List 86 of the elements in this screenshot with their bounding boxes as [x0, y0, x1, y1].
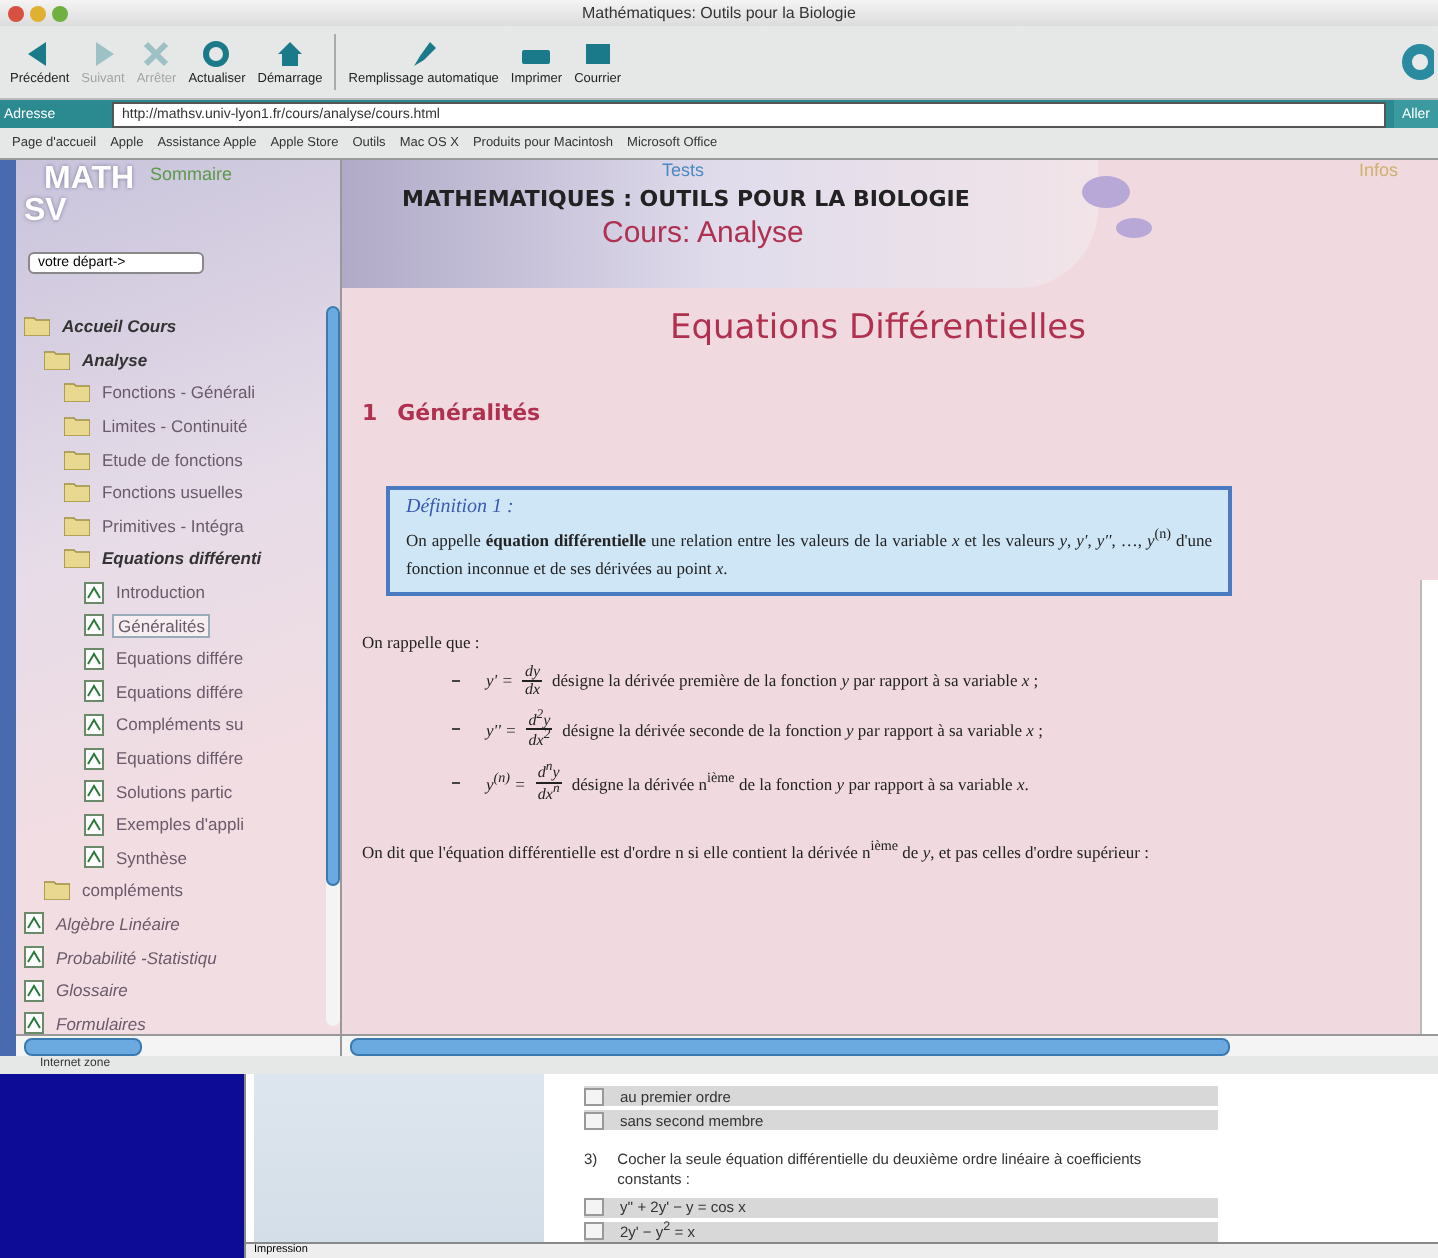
document-icon	[84, 647, 104, 670]
document-icon	[84, 846, 104, 869]
formula-description: désigne la dérivée seconde de la fonction y par rapport à sa variable x ;	[562, 719, 1043, 740]
window-title: Mathématiques: Outils pour la Biologie	[580, 4, 858, 22]
tree-item[interactable]: Glossaire	[52, 980, 132, 1001]
tree-item[interactable]: compléments	[78, 880, 188, 901]
scrollbar[interactable]	[342, 1034, 1438, 1056]
bubbles-drawing	[1078, 172, 1158, 240]
mail-icon	[581, 39, 614, 67]
document-icon	[24, 1012, 44, 1034]
tree-item[interactable]: Equations différe	[112, 748, 248, 769]
checkbox[interactable]	[584, 1198, 604, 1216]
tree-item[interactable]: Fonctions usuelles	[98, 482, 247, 503]
tree-item[interactable]: Limites - Continuité	[98, 416, 252, 437]
close-button[interactable]	[8, 5, 24, 21]
fraction-numerator: dy	[522, 663, 543, 682]
page-heading: Equations Différentielles	[670, 308, 1088, 348]
dash-mark	[452, 781, 460, 784]
tree-item[interactable]: Etude de fonctions	[98, 449, 247, 470]
course-title: Cours: Analyse	[602, 216, 806, 250]
fraction-numerator: d$^{n}$y	[535, 762, 562, 784]
folder-icon	[44, 880, 70, 901]
document-icon	[84, 813, 104, 836]
section-number: 1	[362, 400, 378, 426]
tree-item[interactable]: Algèbre Linéaire	[52, 913, 184, 934]
tree-item[interactable]: Equations différe	[112, 681, 248, 702]
formula-lhs: y'' =	[486, 719, 517, 740]
folder-icon	[64, 416, 90, 437]
dash-mark	[452, 679, 460, 682]
folder-icon	[24, 316, 50, 337]
checkbox[interactable]	[584, 1111, 604, 1129]
tests-link[interactable]: Tests	[662, 160, 705, 180]
folder-icon	[44, 349, 70, 370]
document-icon	[84, 747, 104, 770]
document-icon	[84, 614, 104, 637]
document-icon	[84, 581, 104, 604]
tree-item[interactable]: Introduction	[112, 582, 209, 603]
definition-title: Définition 1 :	[406, 496, 516, 518]
tree-item[interactable]: Analyse	[78, 349, 152, 370]
fraction-denominator: dx	[524, 681, 541, 698]
folder-icon	[64, 382, 90, 403]
formula-description: désigne la dérivée n$^{ième}$ de la fonction y par rapport à sa variable x.	[571, 770, 1029, 795]
paragraph: On dit que l'équation différentielle est d'ordre n si elle contient la dérivée n$^{ième}$ de y, et pas celles d'ordre supérieur :	[362, 838, 1152, 863]
tree-item[interactable]: Fonctions - Générali	[98, 382, 260, 403]
stop-icon	[140, 39, 173, 67]
scrollbar[interactable]	[326, 306, 340, 1026]
document-icon	[84, 713, 104, 736]
tree-item[interactable]: Equations différenti	[98, 548, 266, 569]
folder-icon	[64, 515, 90, 536]
tree-item[interactable]: Exemples d'appli	[112, 814, 248, 835]
definition-text: On appelle équation différentielle une relation entre les valeurs de la variable x et les valeurs y, y', y'', …, y$^{(n)}$ d'une fonction inconnue et de ses dérivées au point x.	[406, 524, 1212, 583]
fraction-denominator: dx$^{n}$	[537, 783, 560, 803]
document-icon	[24, 979, 44, 1002]
checkbox[interactable]	[584, 1222, 604, 1240]
document-icon	[24, 946, 44, 969]
document-icon	[84, 680, 104, 703]
folder-icon	[64, 548, 90, 569]
tree-item[interactable]: Compléments su	[112, 714, 248, 735]
folder-icon	[64, 449, 90, 470]
tree-item[interactable]: Equations différe	[112, 648, 248, 669]
section-heading: Généralités	[397, 400, 541, 426]
tree-item[interactable]: Formulaires	[52, 1013, 150, 1034]
tree-item[interactable]: Accueil Cours	[58, 316, 181, 337]
folder-icon	[64, 482, 90, 503]
refresh-icon	[200, 39, 233, 67]
site-title: MATHEMATIQUES : OUTILS POUR LA BIOLOGIE	[402, 186, 972, 212]
tree-item[interactable]: Probabilité -Statistiqu	[52, 947, 221, 968]
scrollbar[interactable]	[16, 1034, 340, 1056]
tree-item[interactable]: Primitives - Intégra	[98, 515, 248, 536]
logo: MATH SV	[24, 164, 135, 228]
fraction-numerator: d$^{2}$y	[526, 709, 553, 731]
formula-lhs: y$^{(n)}$ =	[486, 770, 526, 795]
formula-lhs: y' =	[486, 670, 513, 691]
home-icon	[274, 39, 306, 67]
tree-item[interactable]: Généralités	[112, 613, 211, 638]
tree-item[interactable]: Synthèse	[112, 847, 191, 868]
tree-item[interactable]: Solutions partic	[112, 781, 237, 802]
paragraph: On rappelle que :	[362, 631, 482, 652]
formula-description: désigne la dérivée première de la fonction y par rapport à sa variable x ;	[552, 670, 1039, 691]
fraction-denominator: dx$^{2}$	[528, 730, 551, 751]
document-icon	[24, 912, 44, 935]
zoom-button[interactable]	[52, 5, 68, 21]
document-icon	[84, 780, 104, 803]
minimize-button[interactable]	[30, 5, 46, 21]
checkbox[interactable]	[584, 1087, 604, 1105]
dash-mark	[452, 728, 460, 731]
